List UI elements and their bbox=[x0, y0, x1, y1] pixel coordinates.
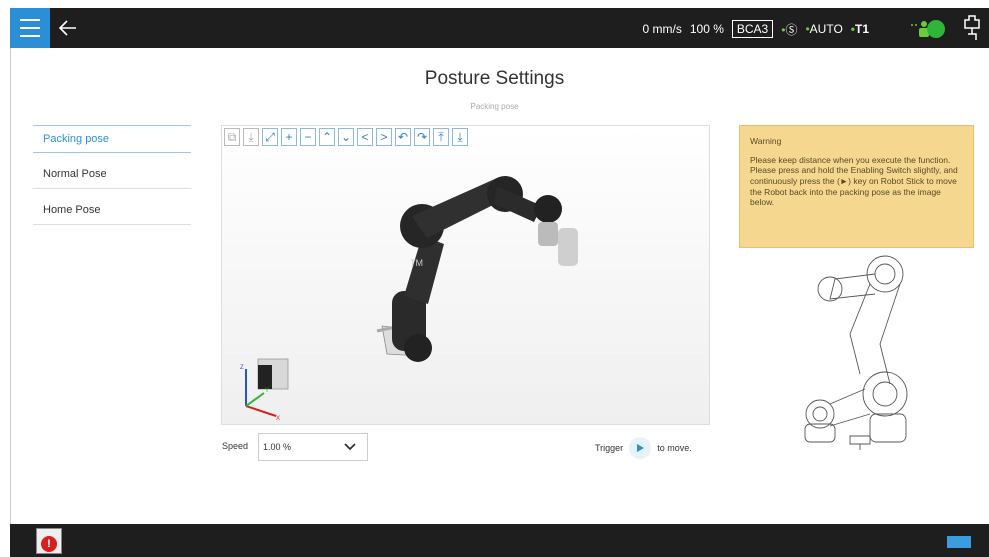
sidebar-item-home-pose[interactable]: Home Pose bbox=[33, 197, 191, 225]
z-axis-label: Z bbox=[240, 365, 244, 371]
pose-list: Packing pose Normal Pose Home Pose bbox=[33, 125, 191, 233]
safety-indicator: Ⓢ bbox=[785, 22, 798, 37]
warning-panel: Warning Please keep distance when you ex… bbox=[739, 125, 974, 248]
warning-title: Warning bbox=[750, 136, 782, 146]
sidebar-item-packing-pose[interactable]: Packing pose bbox=[33, 125, 191, 153]
packing-pose-illustration bbox=[804, 255, 908, 450]
operation-mode: T1 bbox=[854, 22, 869, 36]
arrow-left-icon[interactable] bbox=[56, 16, 80, 40]
mode-indicator: AUTO bbox=[809, 22, 843, 36]
x-axis-label: X bbox=[276, 416, 280, 421]
play-icon bbox=[637, 444, 645, 452]
error-button[interactable]: ! bbox=[36, 528, 62, 554]
page-subtitle: Packing pose bbox=[470, 102, 519, 111]
error-icon: ! bbox=[41, 536, 57, 552]
chevron-down-icon bbox=[344, 443, 356, 451]
speed-label: Speed bbox=[222, 441, 249, 451]
bottom-bar: ! bbox=[10, 524, 989, 557]
sidebar-item-normal-pose[interactable]: Normal Pose bbox=[33, 161, 191, 189]
y-axis-label: Y bbox=[265, 388, 269, 394]
speed-mm-readout: 0 mm/s bbox=[642, 22, 682, 36]
warning-line-2: Please press and hold the Enabling Switc… bbox=[750, 165, 958, 208]
menu-button[interactable] bbox=[10, 8, 50, 48]
speed-value: 1.00 % bbox=[263, 442, 292, 452]
speed-dropdown[interactable]: 1.00 % bbox=[258, 433, 368, 461]
play-button[interactable] bbox=[629, 437, 652, 459]
trigger-label: Trigger bbox=[595, 443, 624, 453]
robot-3d-viewer[interactable]: ⧉ ⤓ ⤢ + − ⌃ ⌄ < > ↶ ↷ ⤒ ⤓ TM Z X Y bbox=[221, 125, 710, 425]
page-title: Posture Settings bbox=[424, 68, 565, 89]
robot-logo: TM bbox=[410, 258, 423, 268]
plug-icon[interactable] bbox=[961, 14, 983, 42]
project-badge[interactable]: BCA3 bbox=[731, 20, 774, 38]
trigger-hint: Trigger to move. bbox=[595, 437, 692, 459]
top-bar: 0 mm/s 100 % BCA3 •Ⓢ •AUTO •T1 bbox=[10, 8, 989, 48]
speed-percent-readout: 100 % bbox=[689, 22, 724, 36]
status-indicators: 0 mm/s 100 % BCA3 •Ⓢ •AUTO •T1 bbox=[642, 20, 869, 38]
divider bbox=[10, 48, 11, 524]
keyboard-icon[interactable] bbox=[947, 536, 971, 548]
warning-line-1: Please keep distance when you execute th… bbox=[750, 154, 951, 165]
to-move-label: to move. bbox=[657, 443, 692, 453]
status-light bbox=[927, 20, 945, 38]
axis-gizmo: Z X Y bbox=[240, 358, 289, 421]
